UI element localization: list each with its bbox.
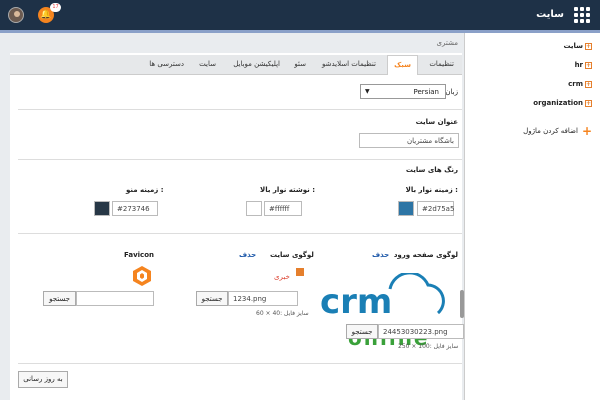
- expand-icon[interactable]: +: [585, 42, 592, 50]
- divider: [18, 233, 462, 234]
- add-module-label: اضافه کردن ماژول: [523, 127, 578, 135]
- favicon-image: [133, 266, 151, 286]
- tab-settings[interactable]: تنظیمات: [429, 60, 454, 68]
- login-logo-delete-link[interactable]: حذف: [372, 251, 389, 259]
- site-logo-label: لوگوی سایت: [270, 251, 314, 259]
- favicon-file-input[interactable]: [76, 291, 154, 306]
- divider: [18, 363, 462, 364]
- tab-style[interactable]: سبک: [387, 55, 418, 75]
- sidebar-item-site[interactable]: سایت +: [563, 42, 592, 50]
- favicon-label: Favicon: [124, 251, 154, 259]
- site-logo-size-hint: سایز فایل :40 × 60: [256, 310, 309, 317]
- site-logo-file-input[interactable]: 1234.png: [228, 291, 298, 306]
- tab-bar: تنظیمات سبک تنظیمات اسلایدشو سئو اپلیکیش…: [10, 55, 462, 75]
- language-label: زبان: [445, 88, 458, 96]
- expand-icon[interactable]: +: [585, 80, 592, 88]
- menu-bg-swatch[interactable]: [94, 201, 110, 216]
- tab-site[interactable]: سایت: [199, 60, 216, 68]
- topbar-bg-swatch[interactable]: [398, 201, 414, 216]
- tab-mobile-app[interactable]: اپلیکیشن موبایل: [233, 60, 280, 68]
- svg-text:خبری: خبری: [274, 273, 290, 281]
- sidebar-item-label: سایت: [563, 42, 583, 50]
- sidebar-item-label: crm: [568, 80, 583, 88]
- language-select[interactable]: ▼ Persian: [360, 84, 446, 99]
- login-logo-browse-button[interactable]: جستجو: [346, 324, 378, 339]
- login-logo-file-input[interactable]: 24453030223.png: [378, 324, 464, 339]
- plus-icon: +: [581, 124, 592, 138]
- main-panel: مشتری تنظیمات سبک تنظیمات اسلایدشو سئو ا…: [10, 33, 464, 400]
- sidebar-item-label: hr: [574, 61, 583, 69]
- topbar-bg-label: زمینه نوار بالا :: [405, 186, 458, 194]
- site-title-input[interactable]: باشگاه مشتریان: [359, 133, 459, 148]
- tab-slideshow-settings[interactable]: تنظیمات اسلایدشو: [322, 60, 376, 68]
- site-title-heading: عنوان سایت: [415, 118, 458, 126]
- topbar-text-swatch[interactable]: [246, 201, 262, 216]
- site-logo-image: خبری: [274, 268, 304, 281]
- crm-online-logo: crm online: [320, 273, 445, 350]
- sidebar-item-label: organization: [533, 99, 583, 107]
- site-logo-browse-button[interactable]: جستجو: [196, 291, 228, 306]
- expand-icon[interactable]: +: [585, 99, 592, 107]
- tab-access[interactable]: دسترسی ها: [149, 60, 184, 68]
- menu-bg-input[interactable]: #273746: [112, 201, 158, 216]
- login-logo-label: لوگوی صفحه ورود: [393, 251, 458, 259]
- caret-down-icon: ▼: [365, 88, 370, 95]
- sidebar: سایت + hr + crm + organization + اضافه ک…: [464, 33, 600, 400]
- divider: [18, 109, 462, 110]
- grid-icon[interactable]: [574, 7, 590, 23]
- add-module-button[interactable]: اضافه کردن ماژول +: [523, 124, 592, 138]
- topbar-text-label: نوشته نوار بالا :: [260, 186, 316, 194]
- update-button[interactable]: به روز رسانی: [18, 371, 68, 388]
- notification-badge: 17: [50, 3, 61, 12]
- sidebar-item-organization[interactable]: organization +: [533, 99, 592, 107]
- user-avatar[interactable]: [8, 7, 24, 23]
- topbar-text-input[interactable]: #ffffff: [264, 201, 302, 216]
- top-bar: 🔔 17 سایت: [0, 0, 600, 30]
- site-colors-heading: رنگ های سایت: [405, 166, 458, 174]
- divider: [18, 159, 462, 160]
- login-logo-size-hint: سایز فایل :100 × 250: [398, 343, 459, 350]
- breadcrumb: مشتری: [10, 33, 462, 53]
- menu-bg-label: زمینه منو :: [126, 186, 164, 194]
- favicon-browse-button[interactable]: جستجو: [43, 291, 76, 306]
- sidebar-item-crm[interactable]: crm +: [568, 80, 592, 88]
- sidebar-item-hr[interactable]: hr +: [575, 61, 592, 69]
- crm-logo-text: crm: [320, 282, 392, 322]
- breadcrumb-label[interactable]: مشتری: [437, 39, 458, 47]
- scrollbar[interactable]: [460, 290, 464, 318]
- app-title: سایت: [536, 9, 564, 20]
- tab-seo[interactable]: سئو: [294, 60, 306, 68]
- language-value: Persian: [413, 88, 439, 96]
- expand-icon[interactable]: +: [585, 61, 592, 69]
- site-logo-delete-link[interactable]: حذف: [239, 251, 256, 259]
- topbar-bg-input[interactable]: #2d75a5: [417, 201, 454, 216]
